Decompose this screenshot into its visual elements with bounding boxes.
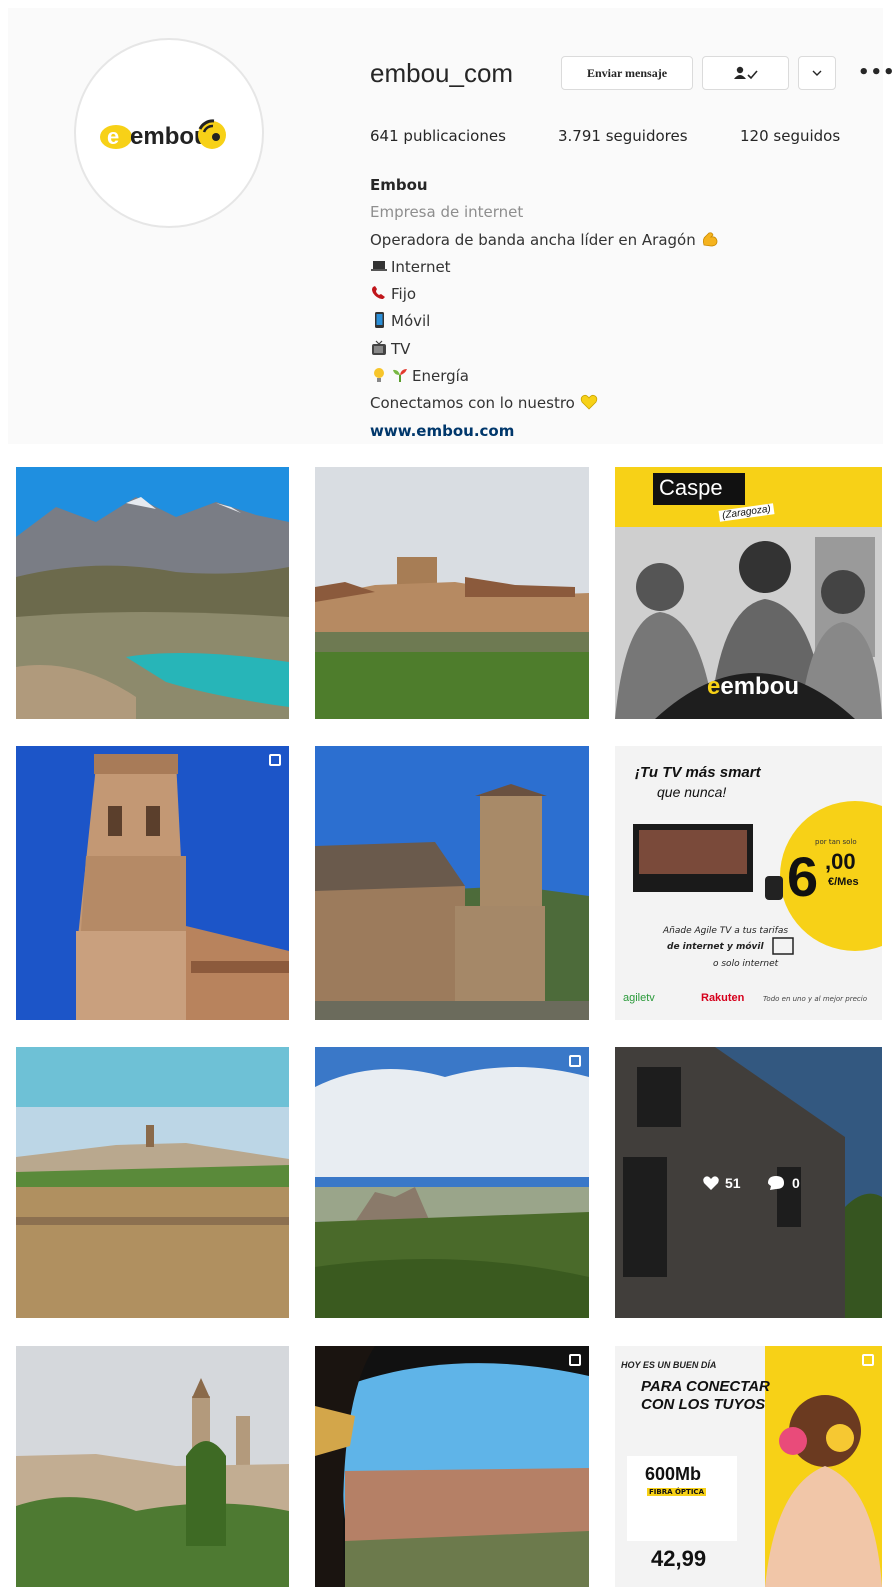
valley-view-photo (315, 1047, 589, 1318)
laptop-icon (371, 260, 387, 271)
following-stat[interactable]: 120 seguidos (740, 127, 840, 145)
fiber-promo-line3: CON LOS TUYOS (641, 1396, 766, 1413)
likes-count: 51 (725, 1175, 741, 1191)
bio-energy: Energía (412, 367, 469, 386)
bio-line: Internet (370, 254, 722, 281)
light-bulb-icon (374, 368, 384, 383)
bio-website-link[interactable]: www.embou.com (370, 418, 722, 445)
bio-line: TV (370, 336, 722, 363)
caspe-brand: eembou (707, 673, 800, 700)
svg-text:e: e (107, 124, 119, 149)
following-count: 120 (740, 127, 769, 145)
post-tile-mountain-lake[interactable] (16, 467, 289, 719)
church-spires-photo (16, 1346, 289, 1587)
post-tile-mudejar-tower[interactable] (16, 746, 289, 1020)
bio-line: Conectamos con lo nuestro (370, 390, 722, 417)
promo-tagline: Todo en uno y al mejor precio (763, 995, 867, 1003)
bio-line: Móvil (370, 308, 722, 335)
chevron-down-icon (812, 70, 822, 76)
flexed-biceps-icon (702, 231, 717, 246)
profile-avatar[interactable]: e embou (74, 38, 264, 228)
fiber-promo-line1: HOY ES UN BUEN DÍA (621, 1360, 717, 1370)
profile-header: e embou embou_com Enviar mensaje ••• 641… (8, 8, 893, 445)
following-label: seguidos (773, 127, 841, 145)
promo-brand-rakuten: Rakuten (701, 992, 745, 1004)
mobile-phone-icon (375, 312, 384, 329)
promo-brand-agile: agiletv (623, 992, 655, 1004)
stone-house-photo (615, 1047, 882, 1318)
telephone-icon (372, 286, 385, 300)
bio-tagline: Operadora de banda ancha líder en Aragón (370, 230, 696, 249)
fiber-label: FIBRA ÓPTICA (647, 1488, 706, 1496)
post-tile-fiber-promo[interactable]: HOY ES UN BUEN DÍA PARA CONECTAR CON LOS… (615, 1346, 882, 1587)
post-tile-cave-view[interactable] (315, 1346, 589, 1587)
comment-icon (768, 1176, 784, 1190)
television-icon (372, 340, 386, 355)
comments-count: 0 (792, 1175, 800, 1191)
post-tile-hill-town[interactable] (16, 1047, 289, 1318)
carousel-icon (269, 754, 281, 766)
posts-count: 641 (370, 127, 399, 145)
promo-headline-1: ¡Tu TV más smart (635, 764, 761, 781)
followers-stat[interactable]: 3.791 seguidores (558, 127, 688, 145)
following-button[interactable] (702, 56, 789, 90)
promo-price-dec: ,00 (825, 849, 856, 874)
options-menu-icon[interactable]: ••• (858, 62, 893, 83)
promo-price-unit: €/Mes (828, 876, 859, 888)
post-tile-stone-house-hover[interactable]: 51 0 (615, 1047, 882, 1318)
bio-category: Empresa de internet (370, 203, 524, 222)
followers-label: seguidores (605, 127, 688, 145)
post-tile-caspe-team[interactable]: Caspe (Zaragoza) eembou (615, 467, 882, 719)
seedling-icon (393, 369, 407, 383)
bio-name: Embou (370, 176, 428, 194)
heart-icon (703, 1176, 719, 1190)
yellow-heart-icon (580, 395, 597, 410)
promo-price-int: 6 (787, 845, 819, 908)
promo-price-prefix: por tan solo (815, 838, 857, 846)
hill-town-photo (16, 1047, 289, 1318)
post-tile-valley-view[interactable] (315, 1047, 589, 1318)
promo-headline-2: que nunca! (657, 784, 727, 800)
mudejar-tower-photo (16, 746, 289, 1020)
promo-body-2: de internet y móvil (667, 942, 764, 952)
promo-body-3: o solo internet (713, 959, 779, 969)
bio-mobile: Móvil (391, 312, 431, 331)
profile-bio: Embou Empresa de internet Operadora de b… (370, 172, 722, 445)
bio-landline: Fijo (391, 285, 417, 304)
followers-count: 3.791 (558, 127, 601, 145)
carousel-icon (862, 1354, 874, 1366)
embou-logo: e embou (100, 119, 226, 150)
send-message-button[interactable]: Enviar mensaje (561, 56, 693, 90)
village-photo (315, 467, 589, 719)
post-tile-agile-tv-promo[interactable]: ¡Tu TV más smart que nunca! por tan solo… (615, 746, 882, 1020)
post-tile-stone-church[interactable] (315, 746, 589, 1020)
bio-line: Operadora de banda ancha líder en Aragón (370, 227, 722, 254)
mountain-lake-photo (16, 467, 289, 719)
suggestions-dropdown-button[interactable] (798, 56, 836, 90)
caspe-title: Caspe (659, 475, 723, 500)
stone-church-photo (315, 746, 589, 1020)
fiber-price: 42,99 (651, 1546, 707, 1571)
fiber-promo-line2: PARA CONECTAR (641, 1378, 770, 1395)
post-tile-village[interactable] (315, 467, 589, 719)
carousel-icon (569, 1354, 581, 1366)
svg-text:embou: embou (130, 123, 209, 150)
person-check-icon (733, 66, 758, 80)
bio-slogan: Conectamos con lo nuestro (370, 394, 575, 413)
post-tile-church-spires[interactable] (16, 1346, 289, 1587)
bio-internet: Internet (391, 257, 451, 276)
posts-label: publicaciones (403, 127, 506, 145)
bio-line: Fijo (370, 281, 722, 308)
promo-body-1: Añade Agile TV a tus tarifas (663, 926, 789, 936)
fiber-speed: 600Mb (645, 1464, 702, 1484)
carousel-icon (569, 1055, 581, 1067)
posts-stat: 641 publicaciones (370, 127, 506, 145)
cave-view-photo (315, 1346, 589, 1587)
bio-tv: TV (391, 339, 411, 358)
profile-username: embou_com (370, 58, 514, 88)
bio-line: Energía (370, 363, 722, 390)
